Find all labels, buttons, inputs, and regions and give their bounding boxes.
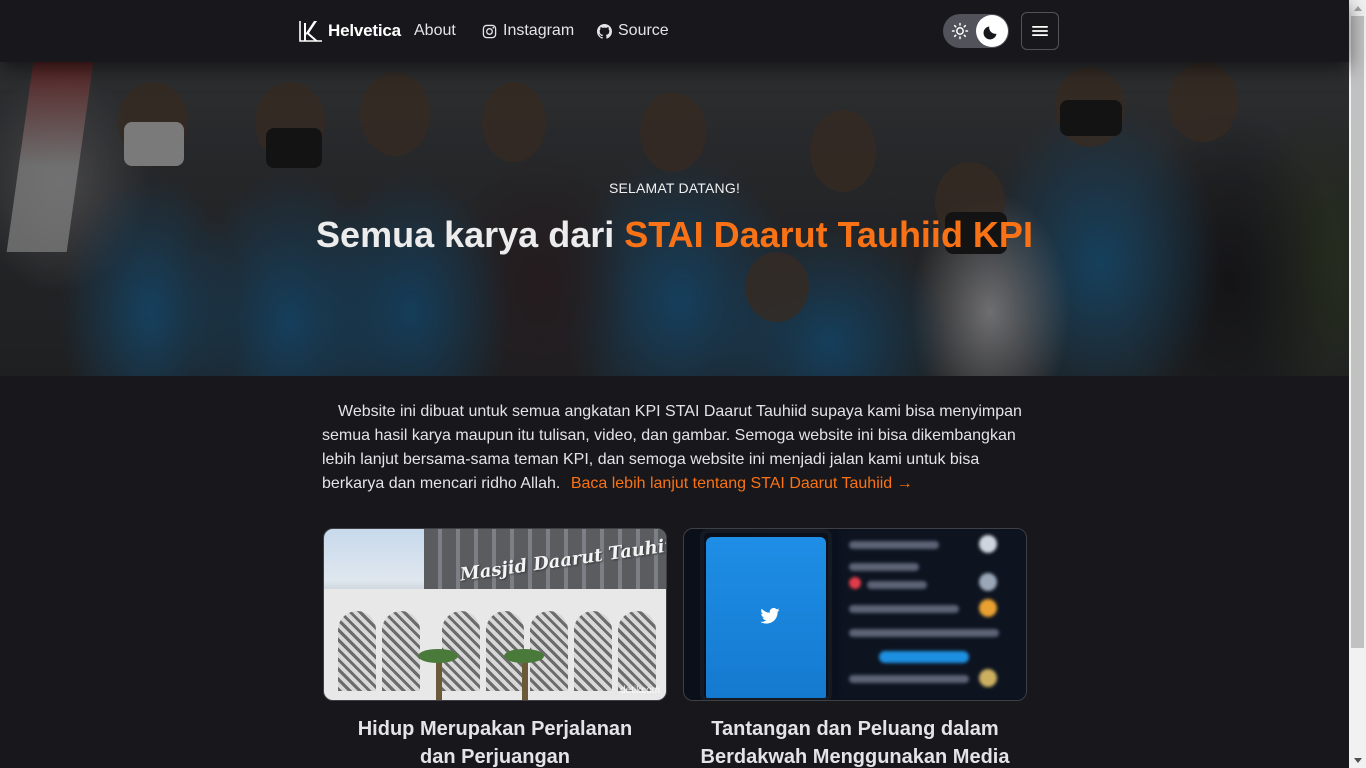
card-title[interactable]: Hidup Merupakan Perjalanan dan Perjuanga… [323,715,667,768]
nav-link-label: Source [618,22,669,39]
moon-icon [983,26,997,40]
nav-link-label: About [414,22,456,39]
navbar: Helvetica About Instagram Source [0,0,1349,62]
hero-title-highlight: STAI Daarut Tauhiid KPI [624,214,1033,255]
nav-link-about[interactable]: About [414,20,456,42]
intro-paragraph: Website ini dibuat untuk semua angkatan … [322,400,1022,496]
chevron-up-icon [1353,5,1362,11]
card-title[interactable]: Tantangan dan Peluang dalam Berdakwah Me… [683,715,1027,768]
post-card[interactable]: Tantangan dan Peluang dalam Berdakwah Me… [683,528,1027,768]
theme-toggle[interactable] [943,14,1009,48]
nav-link-instagram[interactable]: Instagram [482,20,574,42]
hero-subtitle: SELAMAT DATANG! [608,180,741,196]
sun-icon [951,22,969,40]
card-image-mosque[interactable]: Masjid Daarut Tauhiid detikcom [323,528,667,701]
nav-link-label: Instagram [503,22,575,39]
menu-button[interactable] [1021,12,1059,50]
hamburger-icon [1032,26,1048,36]
github-icon [597,23,612,39]
image-watermark: detikcom [619,685,660,696]
scroll-up-arrow[interactable] [1349,0,1366,16]
instagram-icon [482,24,497,38]
theme-toggle-knob [976,15,1008,47]
post-card[interactable]: Masjid Daarut Tauhiid detikcom Hidup Mer… [323,528,667,768]
brand-link[interactable]: Helvetica [298,18,401,44]
read-more-link[interactable]: Baca lebih lanjut tentang STAI Daarut Ta… [571,475,913,492]
hero-title-prefix: Semua karya dari [316,214,615,255]
scrollbar-thumb[interactable] [1351,16,1364,648]
twitter-bird-icon [760,608,780,624]
page-scrollbar[interactable] [1349,0,1366,768]
phone-feed-blurred [839,529,1026,700]
chevron-down-icon [1353,757,1362,763]
hero-banner: SELAMAT DATANG! Semua karya dari STAI Da… [0,62,1349,376]
brand-name: Helvetica [328,21,401,40]
card-image-phone[interactable] [683,528,1027,701]
nav-link-source[interactable]: Source [597,20,669,42]
helvetica-logo-icon [299,21,322,42]
scroll-down-arrow[interactable] [1349,752,1366,768]
hero-title: Semua karya dari STAI Daarut Tauhiid KPI [0,214,1349,256]
